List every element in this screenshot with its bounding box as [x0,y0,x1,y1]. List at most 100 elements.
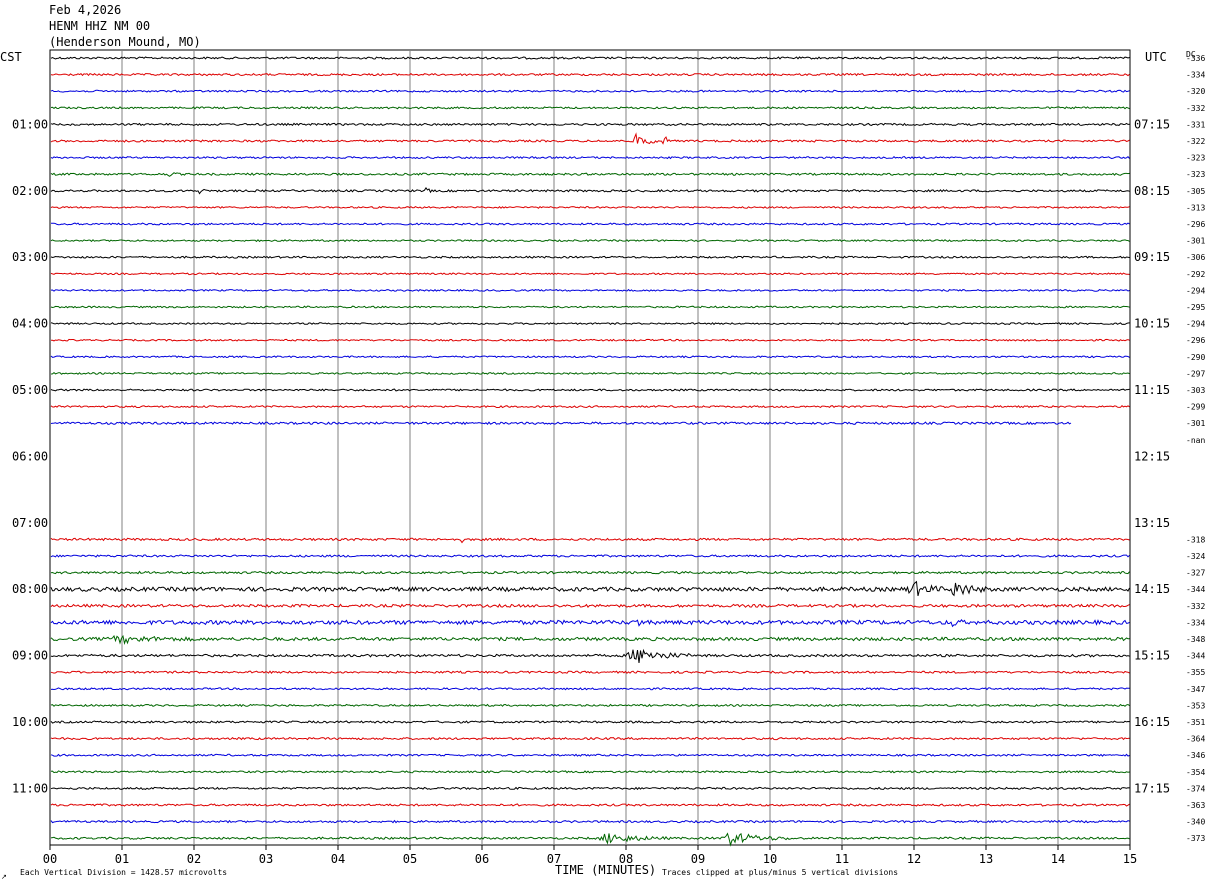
seismic-trace [50,554,1130,558]
x-tick-label: 10 [763,852,777,866]
seismic-trace [50,56,1130,60]
utc-hour-label: 16:15 [1134,715,1170,729]
seismic-trace [51,338,1130,342]
seismic-trace [50,753,1130,757]
dc-offset-label: -334 [1186,71,1205,80]
seismic-trace [50,222,1130,226]
dc-offset-label: -292 [1186,270,1205,279]
utc-hour-label: 10:15 [1134,317,1170,331]
seismic-trace [50,570,1130,575]
x-tick-label: 01 [115,852,129,866]
left-zone-label: CST [0,50,22,64]
dc-offset-label: -294 [1186,286,1205,295]
dc-offset-label: -301 [1186,237,1205,246]
seismic-trace [50,670,1130,675]
seismic-trace [50,618,1130,628]
dc-offset-label: -363 [1186,801,1205,810]
seismic-trace [50,89,1130,93]
seismic-trace [50,634,1130,645]
dc-offset-label: -295 [1186,303,1205,312]
utc-hour-label: 08:15 [1134,184,1170,198]
utc-hour-label: 09:15 [1134,250,1170,264]
utc-hour-label: 13:15 [1134,516,1170,530]
dc-offset-label: -354 [1186,768,1205,777]
cst-hour-label: 08:00 [12,582,48,596]
dc-offset-label: -323 [1186,154,1205,163]
seismic-trace [50,132,1130,145]
cst-hour-label: 05:00 [12,383,48,397]
seismic-trace [50,106,1130,110]
x-tick-label: 09 [691,852,705,866]
dc-offset-label: -324 [1186,552,1205,561]
dc-offset-label: -297 [1186,369,1205,378]
dc-offset-label: -305 [1186,187,1205,196]
seismic-trace [50,305,1130,309]
seismic-trace [50,355,1130,359]
seismic-trace [50,122,1130,127]
helicorder-chart: CST UTC DC TIME (MINUTES) Each Vertical … [0,49,1205,881]
seismic-trace [50,205,1130,209]
seismic-trace [50,288,1130,292]
corner-mark: ↗ [1,873,7,881]
right-zone-label: UTC [1145,50,1167,64]
seismic-trace [50,648,1130,664]
x-tick-label: 14 [1051,852,1065,866]
dc-offset-label: -332 [1186,104,1205,113]
utc-hour-label: 15:15 [1134,649,1170,663]
x-tick-label: 05 [403,852,417,866]
seismic-trace [50,72,1130,77]
cst-hour-label: 11:00 [12,781,48,795]
utc-hour-label: 11:15 [1134,383,1170,397]
dc-offset-label: -340 [1186,818,1205,827]
dc-offset-label: -364 [1186,735,1205,744]
dc-offset-label: -355 [1186,668,1205,677]
seismic-trace [50,322,1130,326]
x-tick-label: 12 [907,852,921,866]
seismic-trace [50,770,1130,774]
dc-offset-label: -322 [1186,137,1205,146]
x-tick-label: 15 [1123,852,1137,866]
dc-offset-label: -306 [1186,253,1205,262]
seismic-trace [50,580,1130,597]
seismic-trace [50,603,1130,609]
seismic-trace [50,187,1130,195]
utc-hour-label: 17:15 [1134,781,1170,795]
dc-offset-label: -344 [1186,652,1205,661]
x-tick-label: 02 [187,852,201,866]
dc-offset-label: -353 [1186,701,1205,710]
dc-offset-label: -299 [1186,403,1205,412]
cst-hour-label: 01:00 [12,117,48,131]
x-tick-label: 00 [43,852,57,866]
dc-offset-label: -336 [1186,54,1205,63]
dc-offset-label: -313 [1186,203,1205,212]
seismic-trace [50,803,1130,807]
dc-offset-label: -373 [1186,834,1205,843]
dc-offset-label: -296 [1186,336,1205,345]
seismic-trace [50,819,1130,824]
cst-hour-label: 09:00 [12,649,48,663]
dc-offset-label: -332 [1186,602,1205,611]
dc-offset-label: -303 [1186,386,1205,395]
dc-offset-label: -346 [1186,751,1205,760]
seismic-trace [50,405,1130,409]
dc-offset-label: -327 [1186,569,1205,578]
cst-hour-label: 06:00 [12,449,48,463]
dc-offset-label: -344 [1186,585,1205,594]
x-tick-label: 03 [259,852,273,866]
seismic-trace [50,537,1130,544]
x-axis-title: TIME (MINUTES) [555,863,656,877]
seismic-trace [50,371,1130,375]
dc-offset-label: -323 [1186,170,1205,179]
cst-hour-label: 02:00 [12,184,48,198]
dc-offset-label: -331 [1186,120,1205,129]
seismic-trace [50,832,1130,847]
seismic-trace [50,255,1130,259]
x-tick-label: 08 [619,852,633,866]
utc-hour-label: 12:15 [1134,449,1170,463]
dc-offset-label: -290 [1186,353,1205,362]
scale-note: Each Vertical Division = 1428.57 microvo… [20,868,227,877]
seismic-trace [50,172,1130,177]
dc-offset-label: -296 [1186,220,1205,229]
x-tick-label: 13 [979,852,993,866]
cst-hour-label: 03:00 [12,250,48,264]
